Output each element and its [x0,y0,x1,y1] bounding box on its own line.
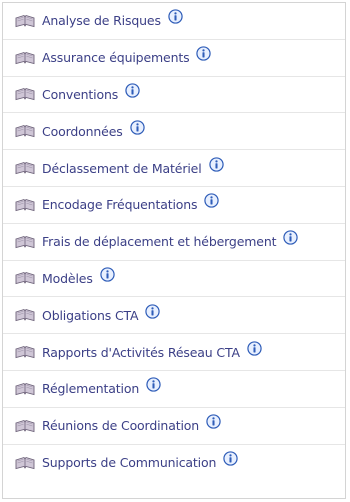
list-item[interactable]: Réunions de Coordination [3,408,345,445]
list-item[interactable]: Assurance équipements [3,40,345,77]
list-item[interactable]: Rapports d'Activités Réseau CTA [3,334,345,371]
info-icon[interactable] [196,46,212,61]
info-icon[interactable] [146,377,161,393]
info-icon[interactable] [145,304,161,319]
list-item[interactable]: Conventions [3,77,345,114]
list-item-label[interactable]: Réunions de Coordination [42,418,199,433]
list-item-label[interactable]: Déclassement de Matériel [42,161,202,176]
list-item-label[interactable]: Conventions [42,87,118,102]
book-icon [15,88,35,101]
book-icon [15,14,35,27]
book-icon [15,235,35,248]
list-item[interactable]: Réglementation [3,371,345,408]
book-icon [15,346,35,359]
info-icon[interactable] [125,83,140,98]
list-item[interactable]: Frais de déplacement et hébergement [3,224,345,261]
book-icon [15,125,35,138]
book-icon [15,198,35,211]
list-item[interactable]: Encodage Fréquentations [3,187,345,224]
info-icon[interactable] [247,340,262,356]
list-item[interactable]: Coordonnées [3,113,345,151]
book-icon [15,51,35,64]
info-icon[interactable] [223,451,238,467]
book-icon [15,456,35,470]
info-icon[interactable] [283,230,299,245]
list-item-label[interactable]: Rapports d'Activités Réseau CTA [42,345,240,360]
info-icon[interactable] [204,193,220,209]
list-item-label[interactable]: Réglementation [42,381,139,396]
list-item[interactable]: Obligations CTA [3,297,345,335]
list-item[interactable]: Supports de Communication [3,445,345,482]
list-item-label[interactable]: Analyse de Risques [42,13,161,28]
category-list-panel: Analyse de Risques Assurance équipements… [2,2,346,499]
list-item-label[interactable]: Supports de Communication [42,455,216,470]
book-icon [15,162,35,175]
info-icon[interactable] [129,120,145,135]
list-item[interactable]: Analyse de Risques [3,3,345,40]
book-icon [15,309,35,322]
list-item[interactable]: Modèles [3,261,345,298]
list-item-label[interactable]: Frais de déplacement et hébergement [42,234,276,249]
info-icon[interactable] [168,9,183,25]
book-icon [15,382,35,395]
list-item-label[interactable]: Obligations CTA [42,308,139,323]
list-item-label[interactable]: Coordonnées [42,124,123,139]
book-icon [15,272,35,285]
list-item-label[interactable]: Modèles [42,271,93,286]
category-list: Analyse de Risques Assurance équipements… [3,3,345,481]
list-item-label[interactable]: Assurance équipements [42,50,190,65]
book-icon [15,419,35,432]
list-item-label[interactable]: Encodage Fréquentations [42,197,198,212]
list-item[interactable]: Déclassement de Matériel [3,150,345,187]
info-icon[interactable] [100,267,115,282]
info-icon[interactable] [208,156,224,172]
info-icon[interactable] [206,414,221,429]
